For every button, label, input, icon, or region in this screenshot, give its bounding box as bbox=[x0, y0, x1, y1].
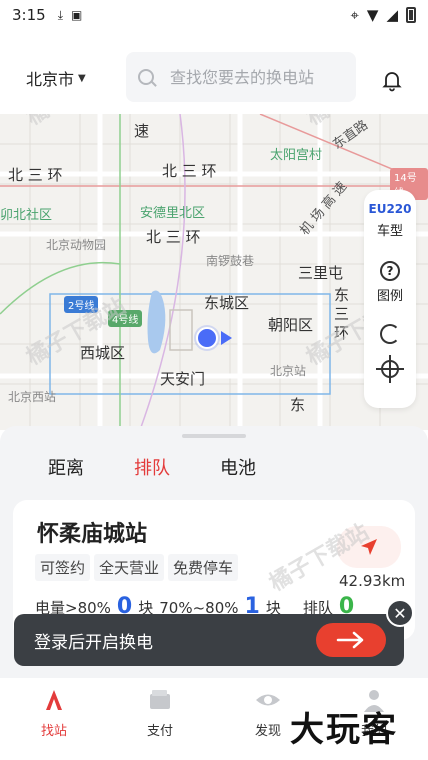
map-label: 北京动物园 bbox=[46, 238, 107, 252]
map-label: 东 bbox=[290, 396, 306, 414]
map-label: 东 三 环 bbox=[334, 286, 350, 342]
station-name: 怀柔庙城站 bbox=[37, 522, 148, 547]
eye-icon bbox=[256, 694, 280, 706]
map-label: 北 三 环 bbox=[8, 166, 63, 184]
map-label: 太阳宫村 bbox=[270, 148, 323, 163]
status-time: 3:15 bbox=[12, 6, 46, 24]
nav-label: 支付 bbox=[146, 724, 173, 739]
nav-find-station[interactable]: 找站 bbox=[14, 686, 94, 739]
help-icon: ? bbox=[379, 261, 400, 281]
nav-label: 发现 bbox=[254, 724, 281, 739]
search-input[interactable] bbox=[170, 67, 350, 87]
model-label: 车型 bbox=[376, 224, 403, 239]
refresh-icon[interactable] bbox=[380, 324, 400, 344]
map-label: 朝阳区 bbox=[268, 316, 314, 334]
status-bar: 3:15 ⤓ ▣ ⌖ ▼ ◢ bbox=[0, 0, 428, 30]
find-station-icon bbox=[46, 690, 62, 710]
map-label: 南锣鼓巷 bbox=[206, 254, 255, 268]
navigate-button[interactable] bbox=[337, 526, 401, 568]
map-label: 东城区 bbox=[204, 294, 250, 312]
map-label: 北 三 环 bbox=[162, 162, 217, 180]
current-location-marker bbox=[196, 327, 218, 349]
sheet-handle[interactable] bbox=[182, 434, 246, 438]
map-label: 天安门 bbox=[160, 370, 206, 388]
map-label: 北 三 环 bbox=[146, 228, 201, 246]
login-arrow-button[interactable] bbox=[316, 623, 386, 657]
legend-label: 图例 bbox=[376, 289, 403, 304]
header: 北京市 ▼ bbox=[0, 40, 428, 114]
login-banner[interactable]: 登录后开启换电 bbox=[14, 614, 404, 666]
locate-me-icon[interactable] bbox=[376, 355, 404, 383]
notification-a-icon: ▣ bbox=[71, 8, 83, 22]
map-label: 卯北社区 bbox=[0, 208, 53, 223]
map-label: 西城区 bbox=[80, 344, 126, 362]
wallet-icon bbox=[150, 690, 170, 709]
legend-button[interactable]: ? 图例 bbox=[377, 239, 403, 304]
signal-icon: ◢ bbox=[386, 6, 398, 24]
metro-line-badge: 4号线 bbox=[108, 310, 143, 327]
navigate-arrow-icon bbox=[361, 539, 377, 555]
metro-line-badge: 2号线 bbox=[64, 296, 99, 313]
location-icon: ⌖ bbox=[350, 6, 359, 24]
bell-icon[interactable] bbox=[380, 68, 404, 92]
nav-label: 找站 bbox=[40, 724, 67, 739]
map-label: 北京站 bbox=[270, 364, 307, 378]
station-distance: 42.93km bbox=[339, 572, 406, 590]
caret-down-icon: ▼ bbox=[78, 72, 86, 84]
search-icon bbox=[138, 69, 154, 85]
map-controls: EU220 车型 ? 图例 bbox=[364, 190, 416, 408]
city-name: 北京市 bbox=[26, 70, 75, 89]
station-tags: 可签约 全天营业 免费停车 bbox=[35, 554, 239, 581]
map-label: 速 bbox=[134, 122, 150, 140]
close-banner-button[interactable]: ✕ bbox=[386, 599, 414, 627]
battery-icon bbox=[406, 7, 416, 23]
brand-watermark: 大玩客 bbox=[290, 710, 398, 750]
station-tag: 可签约 bbox=[35, 554, 91, 581]
station-tag: 免费停车 bbox=[168, 554, 239, 581]
download-icon: ⤓ bbox=[57, 7, 63, 22]
close-icon: ✕ bbox=[393, 603, 407, 623]
vehicle-model-button[interactable]: EU220 车型 bbox=[369, 190, 412, 239]
nav-payment[interactable]: 支付 bbox=[120, 686, 200, 739]
heading-arrow-icon bbox=[221, 331, 232, 345]
city-selector[interactable]: 北京市 ▼ bbox=[26, 66, 86, 90]
sort-tabs: 距离 排队 电池 bbox=[0, 454, 428, 494]
map-label: 安德里北区 bbox=[140, 206, 206, 221]
search-box[interactable] bbox=[126, 52, 356, 102]
wifi-icon: ▼ bbox=[366, 6, 379, 24]
model-code: EU220 bbox=[368, 202, 412, 216]
tab-distance[interactable]: 距离 bbox=[48, 454, 84, 480]
arrow-right-icon bbox=[336, 631, 364, 649]
login-banner-text: 登录后开启换电 bbox=[34, 632, 153, 653]
tab-battery[interactable]: 电池 bbox=[220, 454, 256, 480]
station-tag: 全天营业 bbox=[94, 554, 165, 581]
map-label: 北京西站 bbox=[8, 390, 57, 404]
tab-queue[interactable]: 排队 bbox=[134, 454, 170, 480]
map-label: 三里屯 bbox=[298, 264, 344, 282]
